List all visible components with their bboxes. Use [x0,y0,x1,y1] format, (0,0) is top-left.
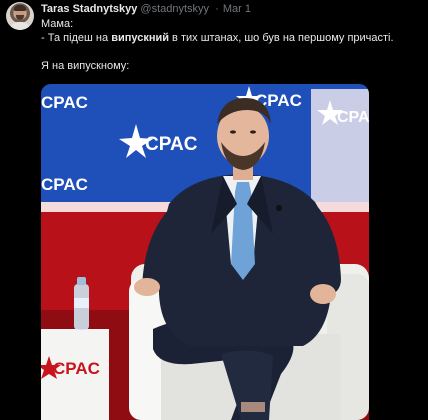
cpac-logo-2: CPAC [145,134,198,155]
tweet-header: Taras Stadnytskyy @stadnytskyy · Mar 1 [41,3,251,16]
cpac-logo-5: CPAC [337,109,369,126]
cpac-logo-4: CPAC [41,175,88,194]
cpac-logo-1: CPAC [41,93,88,112]
author-handle[interactable]: @stadnytskyy [140,3,209,15]
tweet-date[interactable]: Mar 1 [223,3,251,15]
tweet-line-2-prefix: - Та підеш на [41,32,112,44]
author-name[interactable]: Taras Stadnytskyy [41,3,137,15]
tweet-line-3: Я на випускному: [41,60,130,72]
cpac-logo-6: CPAC [53,359,100,378]
tweet-text: Мама: - Та підеш на випускний в тих штан… [41,17,394,73]
separator: · [215,3,219,15]
tweet-media-photo[interactable]: CPAC CPAC CPAC CPAC CPAC CPAC [41,84,369,420]
tweet-line-1: Мама: [41,18,74,30]
svg-text:CPAC: CPAC [41,93,88,112]
tweet[interactable]: Taras Stadnytskyy @stadnytskyy · Mar 1 Ма… [0,0,428,420]
photo-illustration: CPAC CPAC CPAC CPAC CPAC CPAC [41,84,369,420]
tweet-line-2-bold: випускний [111,32,169,44]
tweet-line-2: - Та підеш на випускний в тих штанах, шо… [41,31,394,45]
avatar[interactable] [6,2,34,30]
tweet-line-2-suffix: в тих штанах, шо був на першому причасті… [169,32,394,44]
